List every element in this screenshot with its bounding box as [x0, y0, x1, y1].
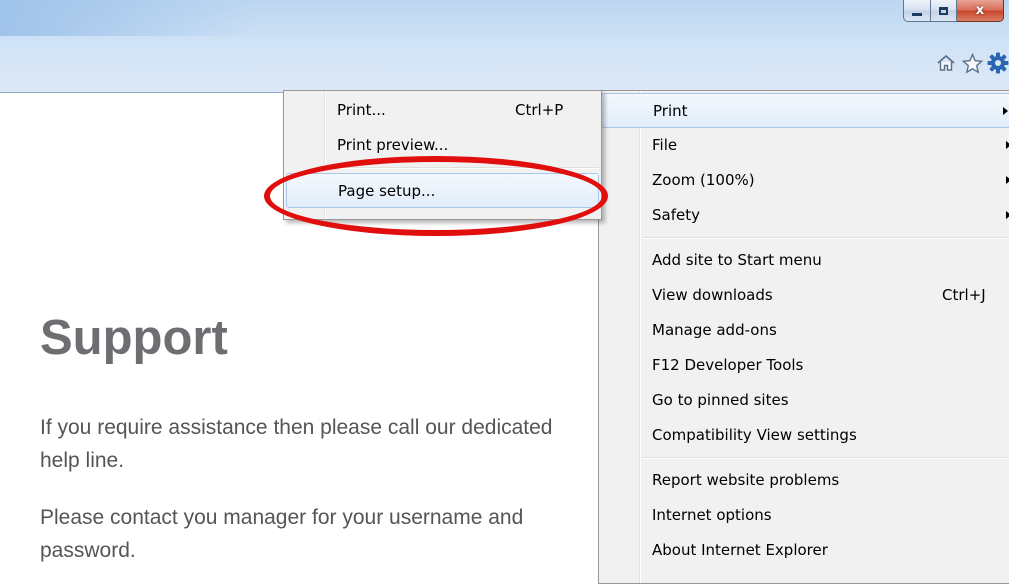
- minimize-button[interactable]: [903, 0, 931, 22]
- menu-item-shortcut: Ctrl+J: [942, 286, 986, 304]
- submenu-arrow-icon: [1003, 107, 1008, 115]
- menu-item-label: Print...: [337, 101, 386, 119]
- window-caption-buttons: x: [903, 0, 1004, 22]
- restore-button[interactable]: [931, 0, 957, 22]
- tools-gear-icon[interactable]: [987, 52, 1009, 74]
- menu-item-report-website-problems[interactable]: Report website problems: [599, 463, 1009, 498]
- browser-title-bar: x: [0, 0, 1009, 93]
- command-icons: [935, 52, 1009, 74]
- menu-item-label: Print preview...: [337, 136, 449, 154]
- menu-item-label: View downloads: [652, 286, 773, 304]
- menu-separator: [284, 163, 601, 173]
- assistance-paragraph: If you require assistance then please ca…: [40, 416, 553, 472]
- menu-separator: [599, 233, 1009, 243]
- print-submenu: Print... Ctrl+P Print preview... Page se…: [283, 90, 602, 220]
- menu-item-compatibility-view-settings[interactable]: Compatibility View settings: [599, 418, 1009, 453]
- menu-item-shortcut: Ctrl+P: [515, 101, 564, 119]
- menu-item-label: F12 Developer Tools: [652, 356, 804, 374]
- menu-item-label: About Internet Explorer: [652, 541, 828, 559]
- menu-item-print[interactable]: Print: [601, 93, 1009, 128]
- menu-item-label: Print: [653, 102, 688, 120]
- menu-item-label: Manage add-ons: [652, 321, 777, 339]
- menu-item-file[interactable]: File: [599, 128, 1009, 163]
- restore-icon: [939, 6, 948, 15]
- menu-item-label: Page setup...: [338, 182, 436, 200]
- menu-item-safety[interactable]: Safety: [599, 198, 1009, 233]
- page-heading: Support: [40, 311, 228, 365]
- submenu-item-page-setup[interactable]: Page setup...: [286, 173, 599, 208]
- menu-item-manage-add-ons[interactable]: Manage add-ons: [599, 313, 1009, 348]
- menu-item-label: Go to pinned sites: [652, 391, 789, 409]
- menu-item-label: Add site to Start menu: [652, 251, 822, 269]
- close-button[interactable]: x: [957, 0, 1004, 22]
- close-icon: x: [975, 3, 985, 18]
- menu-separator: [599, 453, 1009, 463]
- menu-item-label: Internet options: [652, 506, 772, 524]
- credentials-paragraph: Please contact you manager for your user…: [40, 506, 524, 562]
- submenu-item-print[interactable]: Print... Ctrl+P: [284, 93, 601, 128]
- tools-menu: Print File Zoom (100%) Safety Add site t…: [598, 90, 1009, 584]
- menu-item-label: Zoom (100%): [652, 171, 755, 189]
- menu-item-view-downloads[interactable]: View downloads Ctrl+J: [599, 278, 1009, 313]
- menu-item-internet-options[interactable]: Internet options: [599, 498, 1009, 533]
- menu-item-about-internet-explorer[interactable]: About Internet Explorer: [599, 533, 1009, 568]
- minimize-icon: [912, 13, 922, 16]
- menu-item-label: Compatibility View settings: [652, 426, 857, 444]
- favorites-star-icon[interactable]: [961, 52, 983, 74]
- menu-item-add-site-to-start-menu[interactable]: Add site to Start menu: [599, 243, 1009, 278]
- menu-item-label: Report website problems: [652, 471, 840, 489]
- menu-item-zoom[interactable]: Zoom (100%): [599, 163, 1009, 198]
- menu-item-f12-developer-tools[interactable]: F12 Developer Tools: [599, 348, 1009, 383]
- submenu-item-print-preview[interactable]: Print preview...: [284, 128, 601, 163]
- home-icon[interactable]: [935, 52, 957, 74]
- menu-item-label: Safety: [652, 206, 700, 224]
- menu-item-go-to-pinned-sites[interactable]: Go to pinned sites: [599, 383, 1009, 418]
- menu-item-label: File: [652, 136, 678, 154]
